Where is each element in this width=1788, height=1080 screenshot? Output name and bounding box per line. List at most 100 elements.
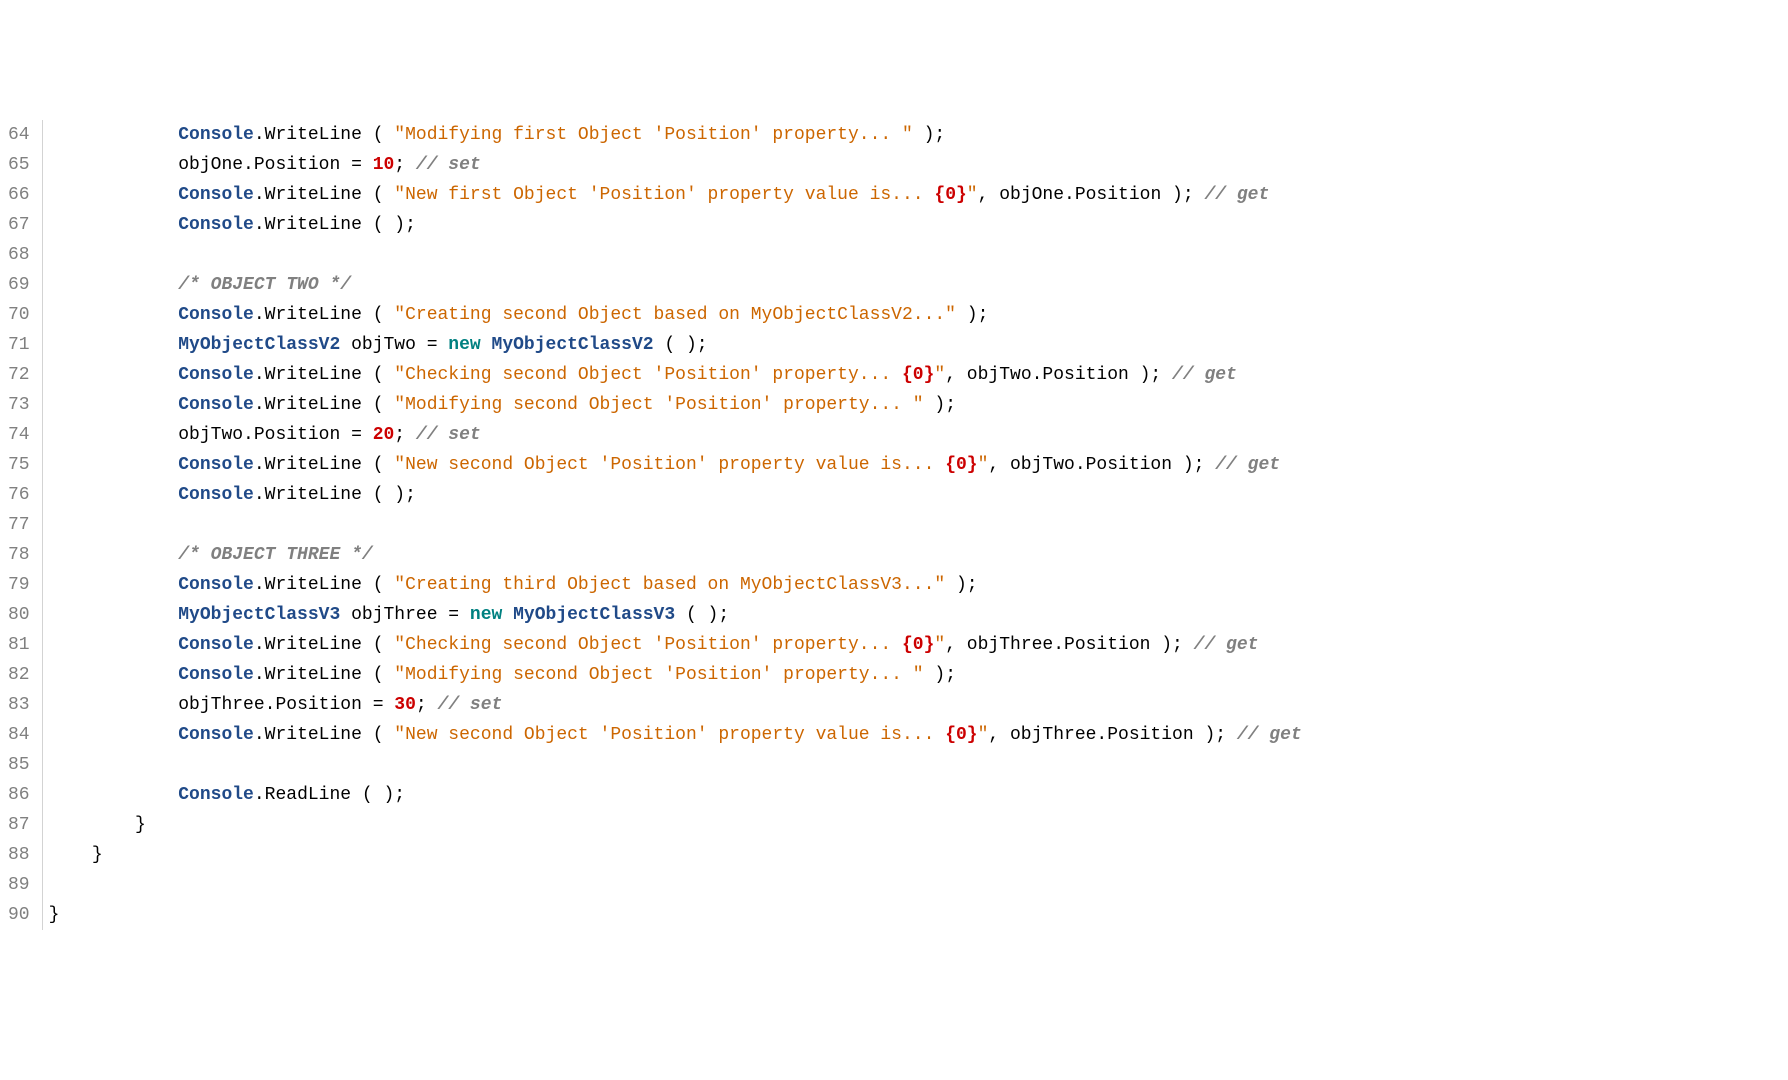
code-line[interactable]: Console.WriteLine ( "Modifying second Ob…	[49, 660, 1302, 690]
token-type: Console	[178, 185, 254, 205]
token-punc: ;	[394, 425, 416, 445]
indent	[49, 335, 179, 355]
token-dot: .	[254, 125, 265, 145]
token-dot: .	[254, 365, 265, 385]
token-type: Console	[178, 665, 254, 685]
token-str: "	[934, 365, 945, 385]
code-line[interactable]: Console.WriteLine ( "New first Object 'P…	[49, 180, 1302, 210]
code-line[interactable]: objTwo.Position = 20; // set	[49, 420, 1302, 450]
token-dot: .	[254, 665, 265, 685]
line-number: 78	[8, 540, 30, 570]
token-punc: }	[135, 815, 146, 835]
indent	[49, 365, 179, 385]
line-number: 69	[8, 270, 30, 300]
code-line[interactable]: Console.WriteLine ( "Modifying first Obj…	[49, 120, 1302, 150]
code-line[interactable]: Console.WriteLine ( );	[49, 480, 1302, 510]
token-method: WriteLine	[265, 575, 362, 595]
code-line[interactable]: Console.WriteLine ( );	[49, 210, 1302, 240]
indent	[49, 815, 135, 835]
token-str: "	[978, 455, 989, 475]
code-line[interactable]: }	[49, 900, 1302, 930]
token-type: Console	[178, 725, 254, 745]
token-punc: );	[945, 575, 977, 595]
line-number: 88	[8, 840, 30, 870]
indent	[49, 305, 179, 325]
token-method: WriteLine	[265, 485, 362, 505]
token-str: "Modifying second Object 'Position' prop…	[394, 395, 923, 415]
token-dot: .	[254, 215, 265, 235]
token-str: "Checking second Object 'Position' prope…	[394, 635, 902, 655]
token-punc: , objThree.Position );	[988, 725, 1236, 745]
token-punc: ( );	[362, 485, 416, 505]
token-punc: , objThree.Position );	[945, 635, 1193, 655]
token-dot: .	[254, 485, 265, 505]
code-line[interactable]: Console.ReadLine ( );	[49, 780, 1302, 810]
token-type: Console	[178, 785, 254, 805]
code-line[interactable]: }	[49, 810, 1302, 840]
code-editor[interactable]: 6465666768697071727374757677787980818283…	[0, 120, 1788, 930]
token-type: Console	[178, 395, 254, 415]
token-ident: objTwo	[351, 335, 416, 355]
code-content[interactable]: Console.WriteLine ( "Modifying first Obj…	[43, 120, 1302, 930]
code-line[interactable]	[49, 870, 1302, 900]
token-fmt: {0}	[945, 455, 977, 475]
token-punc: (	[362, 455, 394, 475]
token-str: "	[978, 725, 989, 745]
token-method: WriteLine	[265, 455, 362, 475]
token-punc	[340, 335, 351, 355]
token-str: "Creating third Object based on MyObject…	[394, 575, 945, 595]
indent	[49, 665, 179, 685]
token-punc	[481, 335, 492, 355]
line-number: 75	[8, 450, 30, 480]
code-line[interactable]: MyObjectClassV2 objTwo = new MyObjectCla…	[49, 330, 1302, 360]
token-punc: ( );	[654, 335, 708, 355]
code-line[interactable]: /* OBJECT TWO */	[49, 270, 1302, 300]
token-dot: .	[254, 575, 265, 595]
code-line[interactable]	[49, 240, 1302, 270]
code-line[interactable]: Console.WriteLine ( "Creating third Obje…	[49, 570, 1302, 600]
token-num: 20	[373, 425, 395, 445]
line-number: 74	[8, 420, 30, 450]
token-dot: .	[254, 185, 265, 205]
token-punc: , objTwo.Position );	[945, 365, 1172, 385]
code-line[interactable]	[49, 750, 1302, 780]
line-number: 76	[8, 480, 30, 510]
code-line[interactable]	[49, 510, 1302, 540]
token-comment: // get	[1204, 185, 1269, 205]
code-line[interactable]: Console.WriteLine ( "Checking second Obj…	[49, 630, 1302, 660]
token-punc: =	[416, 335, 448, 355]
code-line[interactable]: objThree.Position = 30; // set	[49, 690, 1302, 720]
line-number-gutter: 6465666768697071727374757677787980818283…	[0, 120, 43, 930]
token-comment: // get	[1237, 725, 1302, 745]
token-type: Console	[178, 575, 254, 595]
token-num: 10	[373, 155, 395, 175]
token-fmt: {0}	[902, 365, 934, 385]
token-type: Console	[178, 365, 254, 385]
indent	[49, 275, 179, 295]
code-line[interactable]: Console.WriteLine ( "Creating second Obj…	[49, 300, 1302, 330]
token-type: Console	[178, 125, 254, 145]
token-ident: Position	[275, 695, 361, 715]
line-number: 89	[8, 870, 30, 900]
token-str: "	[967, 185, 978, 205]
line-number: 84	[8, 720, 30, 750]
token-comment: /* OBJECT TWO */	[178, 275, 351, 295]
line-number: 64	[8, 120, 30, 150]
code-line[interactable]: Console.WriteLine ( "New second Object '…	[49, 450, 1302, 480]
token-punc: );	[924, 395, 956, 415]
code-line[interactable]: objOne.Position = 10; // set	[49, 150, 1302, 180]
token-punc: ;	[416, 695, 438, 715]
token-type: Console	[178, 635, 254, 655]
token-dot: .	[254, 395, 265, 415]
code-line[interactable]: Console.WriteLine ( "Modifying second Ob…	[49, 390, 1302, 420]
code-line[interactable]: }	[49, 840, 1302, 870]
token-type: Console	[178, 485, 254, 505]
code-line[interactable]: MyObjectClassV3 objThree = new MyObjectC…	[49, 600, 1302, 630]
line-number: 73	[8, 390, 30, 420]
token-method: ReadLine	[265, 785, 351, 805]
indent	[49, 635, 179, 655]
code-line[interactable]: Console.WriteLine ( "New second Object '…	[49, 720, 1302, 750]
code-line[interactable]: Console.WriteLine ( "Checking second Obj…	[49, 360, 1302, 390]
code-line[interactable]: /* OBJECT THREE */	[49, 540, 1302, 570]
token-method: WriteLine	[265, 125, 362, 145]
